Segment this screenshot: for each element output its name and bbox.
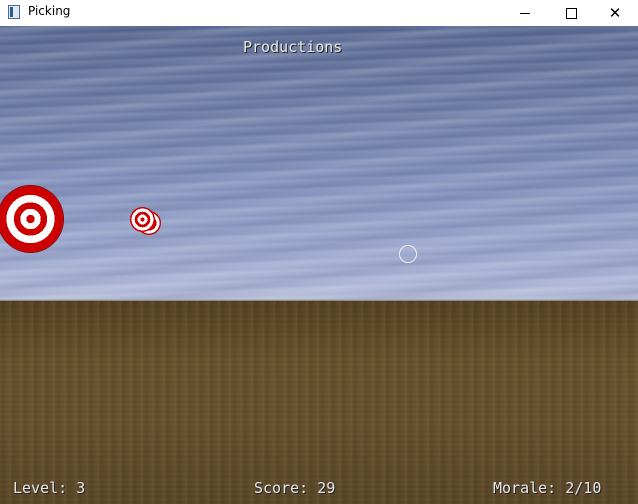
window-title-bar: Picking ✕ xyxy=(0,0,638,26)
level-label: Level: 3 xyxy=(13,479,86,497)
close-button[interactable]: ✕ xyxy=(592,0,638,26)
morale-label: Morale: 2/10 xyxy=(493,479,602,497)
app-icon xyxy=(8,5,20,19)
minimize-icon xyxy=(520,12,530,14)
sky-background xyxy=(0,26,638,300)
close-icon: ✕ xyxy=(608,3,622,22)
maximize-icon xyxy=(565,7,577,19)
game-viewport[interactable]: Productions Level: 3 Score: 29 Morale: 2… xyxy=(0,26,638,504)
productions-title: Productions xyxy=(243,38,343,56)
target-large[interactable] xyxy=(0,186,63,252)
crosshair-icon xyxy=(399,245,417,263)
horizon-line xyxy=(0,299,638,301)
target-small-front[interactable] xyxy=(130,207,155,232)
maximize-button[interactable] xyxy=(548,0,594,26)
score-label: Score: 29 xyxy=(254,479,336,497)
ground-terrain xyxy=(0,300,638,504)
minimize-button[interactable] xyxy=(502,0,548,26)
window-title: Picking xyxy=(28,4,71,18)
